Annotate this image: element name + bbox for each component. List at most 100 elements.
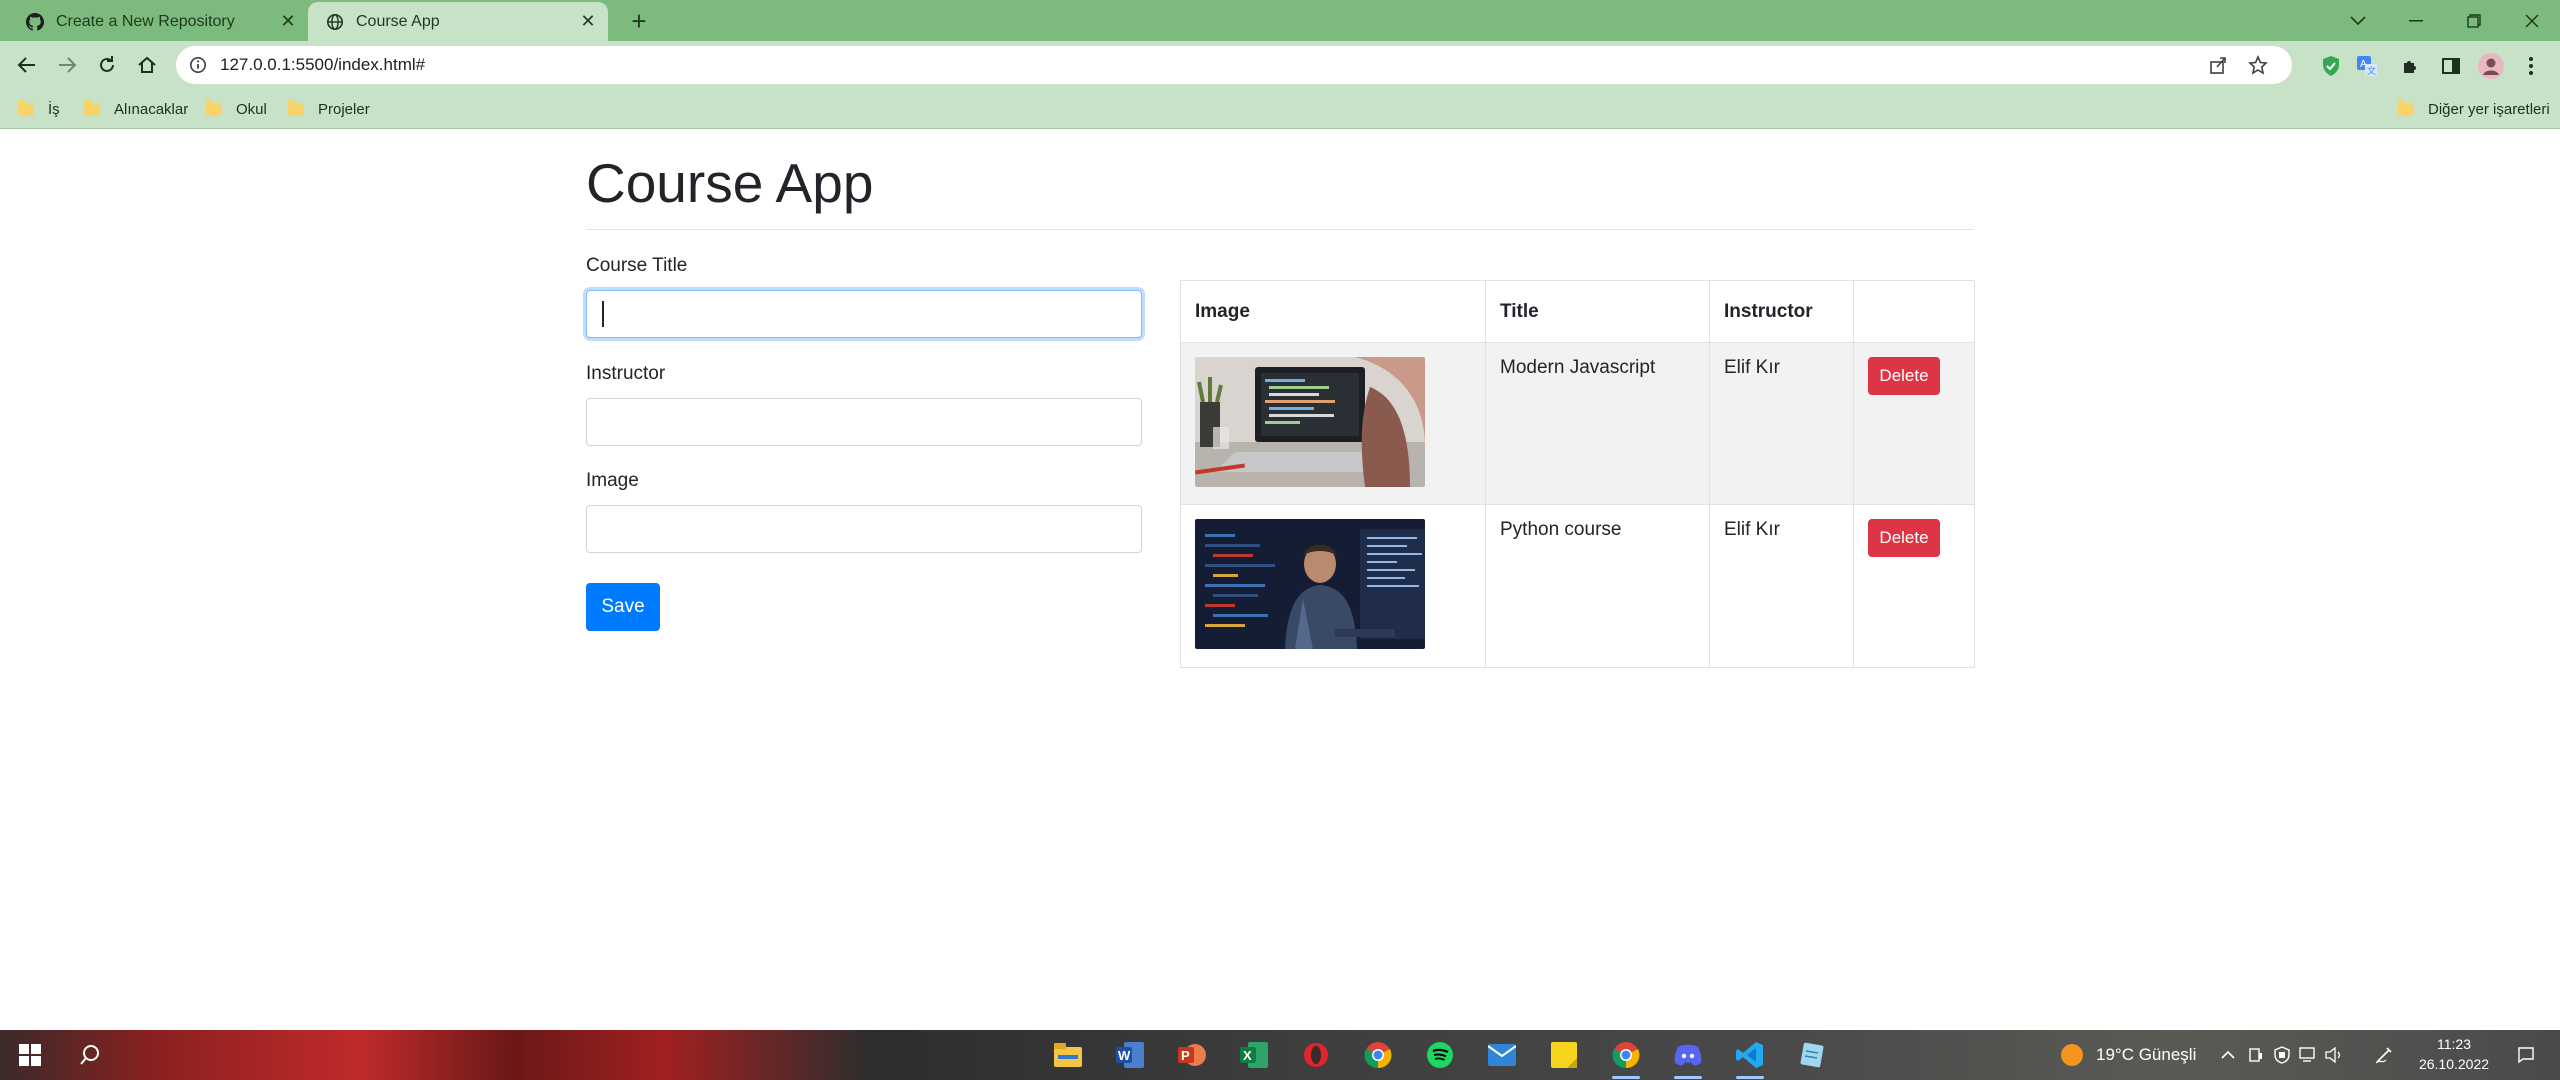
course-instructor-cell: Elif Kır xyxy=(1710,343,1854,505)
side-panel-icon[interactable] xyxy=(2438,53,2464,79)
course-actions-cell: Delete xyxy=(1854,505,1975,668)
instructor-input[interactable] xyxy=(586,398,1142,446)
table-header-row: Image Title Instructor xyxy=(1181,281,1975,343)
bookmarks-bar: İş Alınacaklar Okul Projeler Diğer yer i… xyxy=(0,89,2560,129)
sticky-notes-icon[interactable] xyxy=(1546,1037,1582,1073)
bookmark-folder[interactable]: İş xyxy=(18,97,60,121)
folder-icon xyxy=(206,99,222,116)
column-header-actions xyxy=(1854,281,1975,343)
course-title-cell: Python course xyxy=(1486,505,1710,668)
course-instructor-cell: Elif Kır xyxy=(1710,505,1854,668)
course-image-cell xyxy=(1181,505,1486,668)
word-icon[interactable]: W xyxy=(1112,1037,1148,1073)
file-explorer-icon[interactable] xyxy=(1050,1037,1086,1073)
share-icon[interactable] xyxy=(2206,53,2230,77)
course-title-cell: Modern Javascript xyxy=(1486,343,1710,505)
course-image xyxy=(1195,519,1425,649)
home-icon[interactable] xyxy=(130,48,164,82)
mail-icon[interactable] xyxy=(1484,1037,1520,1073)
folder-icon xyxy=(18,99,34,116)
tab-create-repository[interactable]: Create a New Repository ✕ xyxy=(8,2,309,41)
start-icon[interactable] xyxy=(12,1037,48,1073)
github-icon xyxy=(26,12,44,31)
bookmark-folder[interactable]: Projeler xyxy=(288,97,370,121)
reload-icon[interactable] xyxy=(90,48,124,82)
powerpoint-icon[interactable]: P xyxy=(1174,1037,1210,1073)
bookmark-label: Okul xyxy=(236,100,267,118)
course-title-input[interactable] xyxy=(586,290,1142,338)
svg-text:X: X xyxy=(1243,1048,1252,1063)
folder-icon xyxy=(288,99,304,116)
close-icon[interactable]: ✕ xyxy=(276,10,300,34)
bookmark-label: Diğer yer işaretleri xyxy=(2428,100,2550,118)
device-icon[interactable] xyxy=(2244,1037,2268,1073)
globe-icon xyxy=(326,13,344,31)
tab-title: Create a New Repository xyxy=(56,12,235,30)
close-window-button[interactable] xyxy=(2504,0,2560,41)
close-icon[interactable]: ✕ xyxy=(576,10,600,34)
bookmark-label: İş xyxy=(48,100,60,118)
notepad-icon[interactable] xyxy=(1794,1037,1830,1073)
chevron-up-icon[interactable] xyxy=(2216,1037,2240,1073)
weather-sun-icon[interactable] xyxy=(2054,1037,2090,1073)
minimize-button[interactable] xyxy=(2388,0,2444,41)
divider xyxy=(586,229,1974,230)
bookmark-label: Projeler xyxy=(318,100,370,118)
instructor-label: Instructor xyxy=(586,363,666,384)
new-tab-button[interactable]: + xyxy=(624,6,654,36)
page-title: Course App xyxy=(586,152,874,214)
restore-button[interactable] xyxy=(2446,0,2502,41)
search-icon[interactable] xyxy=(72,1037,108,1073)
discord-icon[interactable] xyxy=(1670,1037,1706,1079)
column-header-instructor: Instructor xyxy=(1710,281,1854,343)
translate-extension-icon[interactable]: A文 xyxy=(2354,53,2380,79)
delete-button[interactable]: Delete xyxy=(1868,357,1940,395)
pen-icon[interactable] xyxy=(2370,1037,2398,1073)
column-header-image: Image xyxy=(1181,281,1486,343)
tab-strip: Create a New Repository ✕ Course App ✕ + xyxy=(0,0,2560,41)
page-content: Course App Course Title Instructor Image… xyxy=(0,130,2560,1030)
address-bar[interactable]: 127.0.0.1:5500/index.html# xyxy=(176,46,2292,84)
tab-title: Course App xyxy=(356,12,440,30)
folder-icon xyxy=(2398,99,2414,116)
shield-extension-icon[interactable] xyxy=(2318,53,2344,79)
course-title-wrapper xyxy=(586,290,1142,338)
bookmark-folder[interactable]: Alınacaklar xyxy=(84,97,188,121)
course-title-label: Course Title xyxy=(586,255,688,276)
folder-icon xyxy=(84,99,100,116)
system-clock[interactable]: 11:23 26.10.2022 xyxy=(2410,1034,2498,1074)
other-bookmarks[interactable]: Diğer yer işaretleri xyxy=(2398,97,2550,121)
profile-avatar[interactable] xyxy=(2478,53,2504,79)
tab-search-icon[interactable] xyxy=(2330,0,2386,41)
menu-icon[interactable] xyxy=(2518,53,2544,79)
volume-icon[interactable] xyxy=(2322,1037,2346,1073)
excel-icon[interactable]: X xyxy=(1236,1037,1272,1073)
save-button[interactable]: Save xyxy=(586,583,660,631)
bookmark-label: Alınacaklar xyxy=(114,100,189,118)
column-header-title: Title xyxy=(1486,281,1710,343)
svg-text:文: 文 xyxy=(2367,65,2376,76)
chrome-active-icon[interactable] xyxy=(1608,1037,1644,1079)
back-icon[interactable] xyxy=(10,48,44,82)
extensions-icon[interactable] xyxy=(2398,53,2424,79)
star-icon[interactable] xyxy=(2246,53,2270,77)
security-shield-icon[interactable] xyxy=(2270,1037,2294,1073)
url-text: 127.0.0.1:5500/index.html# xyxy=(220,55,426,74)
delete-button[interactable]: Delete xyxy=(1868,519,1940,557)
weather-text[interactable]: 19°C Güneşli xyxy=(2096,1045,2196,1065)
image-input[interactable] xyxy=(586,505,1142,553)
vscode-icon[interactable] xyxy=(1732,1037,1768,1079)
clock-date: 26.10.2022 xyxy=(2418,1056,2490,1072)
table-row: Modern Javascript Elif Kır Delete xyxy=(1181,343,1975,505)
course-actions-cell: Delete xyxy=(1854,343,1975,505)
notifications-icon[interactable] xyxy=(2512,1037,2540,1073)
bookmark-folder[interactable]: Okul xyxy=(206,97,267,121)
tab-course-app[interactable]: Course App ✕ xyxy=(308,2,608,41)
opera-icon[interactable] xyxy=(1298,1037,1334,1073)
windows-taskbar: W P X 19°C Güneşli 11:23 26.10.2022 xyxy=(0,1030,2560,1080)
chrome-icon[interactable] xyxy=(1360,1037,1396,1073)
network-icon[interactable] xyxy=(2296,1037,2320,1073)
info-icon[interactable] xyxy=(188,55,208,75)
forward-icon[interactable] xyxy=(50,48,84,82)
spotify-icon[interactable] xyxy=(1422,1037,1458,1073)
